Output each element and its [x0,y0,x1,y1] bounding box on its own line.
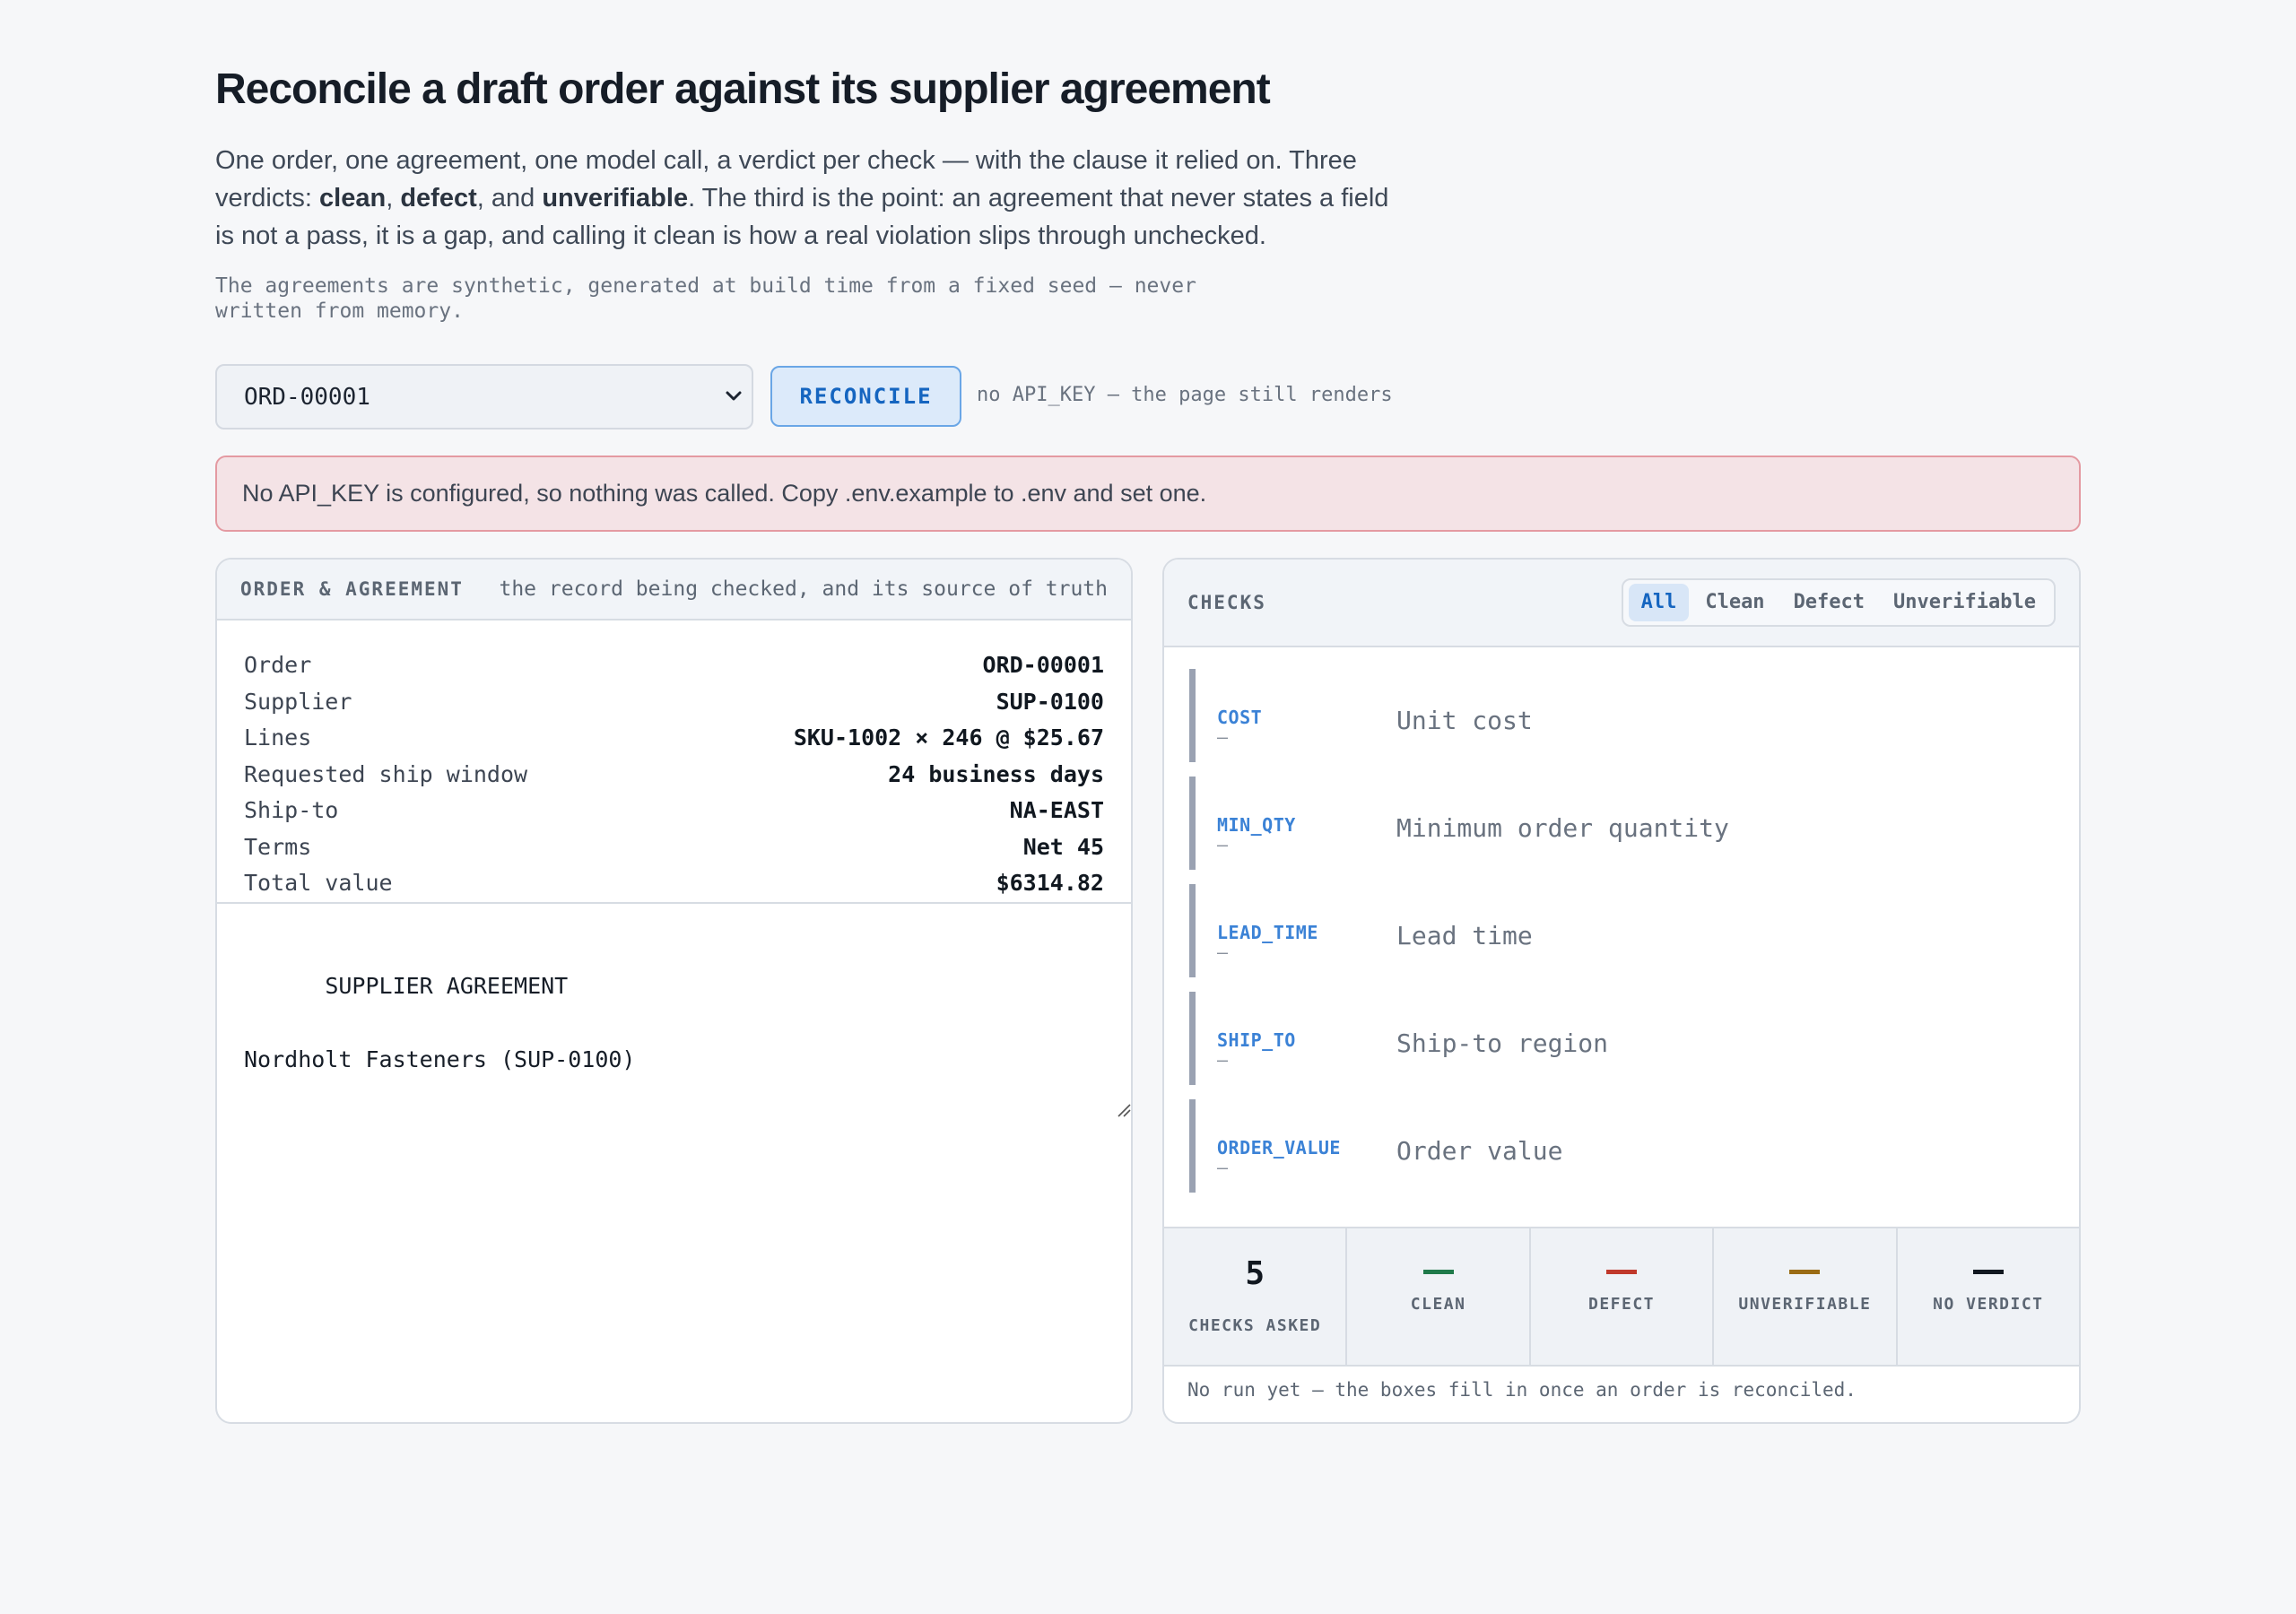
check-code: ORDER_VALUE [1217,1137,1341,1158]
field-key: Lines [244,725,312,751]
check-item: COST — Unit cost [1189,669,2054,762]
stat-unverifiable: UNVERIFIABLE [1714,1228,1898,1365]
check-verdict: — [1217,834,1229,855]
panel-subtitle: the record being checked, and its source… [499,577,1108,601]
order-select-value: ORD-00001 [244,383,370,411]
check-item: LEAD_TIME — Lead time [1189,884,2054,977]
check-id: SHIP_TO — [1217,992,1396,1085]
page-title: Reconcile a draft order against its supp… [215,65,1271,113]
stat-empty-dash [1422,1270,1454,1274]
summary-footer: No run yet — the boxes fill in once an o… [1187,1379,1857,1401]
check-item: SHIP_TO — Ship-to region [1189,992,2054,1085]
field-key: Requested ship window [244,760,528,787]
tab-all[interactable]: All [1628,584,1690,621]
check-code: MIN_QTY [1217,814,1296,836]
stat-label: UNVERIFIABLE [1738,1295,1872,1314]
order-select[interactable]: ORD-00001 [215,364,753,430]
check-code: SHIP_TO [1217,1029,1296,1051]
check-label: Unit cost [1396,706,1533,735]
field-row: Ship-to NA-EAST [244,793,1104,829]
check-verdict: — [1217,726,1229,748]
alert-text: No API_KEY is configured, so nothing was… [242,480,1207,507]
check-code: COST [1217,707,1263,728]
stat-value: 5 [1245,1255,1265,1292]
check-label: Ship-to region [1396,1028,1609,1058]
field-row: Supplier SUP-0100 [244,684,1104,721]
stat-label: CLEAN [1410,1295,1466,1314]
agreement-text: SUPPLIER AGREEMENT Nordholt Fasteners (S… [244,973,636,1072]
field-value: 24 business days [888,760,1104,787]
error-alert: No API_KEY is configured, so nothing was… [215,456,2081,532]
check-verdict: — [1217,1157,1229,1178]
intro-verdict-unverifiable: unverifiable [542,184,689,213]
field-value: SUP-0100 [996,688,1104,715]
intro-sep: , and [476,184,543,213]
field-row: Order ORD-00001 [244,647,1104,684]
field-row: Terms Net 45 [244,829,1104,866]
field-value: $6314.82 [996,870,1104,896]
chevron-down-icon [726,391,742,401]
tab-clean[interactable]: Clean [1692,584,1777,621]
field-row: Total value $6314.82 [244,865,1104,902]
panel-title: CHECKS [1187,592,1266,613]
field-value: ORD-00001 [982,652,1104,678]
stat-empty-dash [1972,1270,2004,1274]
panel-header: ORDER & AGREEMENT the record being check… [217,560,1131,620]
stat-label: NO VERDICT [1933,1295,2044,1314]
check-id: MIN_QTY — [1217,777,1396,870]
stat-no-verdict: NO VERDICT [1898,1228,2079,1365]
field-value: SKU-1002 × 246 @ $25.67 [793,725,1104,751]
stat-empty-dash [1606,1270,1638,1274]
check-verdict: — [1217,941,1229,963]
stat-empty-dash [1789,1270,1821,1274]
stat-label: DEFECT [1588,1295,1656,1314]
tab-defect[interactable]: Defect [1781,584,1877,621]
check-code: LEAD_TIME [1217,922,1318,943]
intro-sep: , [386,184,401,213]
stat-defect: DEFECT [1531,1228,1715,1365]
check-id: COST — [1217,669,1396,762]
intro-paragraph: One order, one agreement, one model call… [215,142,1408,255]
field-row: Requested ship window 24 business days [244,757,1104,794]
check-label: Order value [1396,1136,1563,1166]
intro-verdict-clean: clean [319,184,387,213]
field-value: Net 45 [1022,833,1104,860]
check-item: MIN_QTY — Minimum order quantity [1189,777,2054,870]
intro-verdict-defect: defect [400,184,477,213]
field-key: Supplier [244,688,352,715]
order-agreement-panel: ORDER & AGREEMENT the record being check… [215,558,1133,1424]
field-key: Order [244,652,312,678]
order-fields: Order ORD-00001 Supplier SUP-0100 Lines SKU… [217,620,1131,904]
field-key: Terms [244,833,312,860]
field-value: NA-EAST [1009,797,1104,823]
checks-panel: CHECKS All Clean Defect Unverifiable COS… [1162,558,2081,1424]
verdict-filter-tabs: All Clean Defect Unverifiable [1621,578,2056,627]
resize-handle-icon[interactable] [1115,1101,1131,1117]
verdict-summary: 5 CHECKS ASKED CLEAN DEFECT UNVERIFIABLE… [1164,1227,2079,1367]
check-label: Minimum order quantity [1396,813,1729,843]
stat-label: CHECKS ASKED [1188,1316,1322,1335]
check-item: ORDER_VALUE — Order value [1189,1099,2054,1193]
api-key-hint: no API_KEY — the page still renders [977,384,1393,406]
field-row: Lines SKU-1002 × 246 @ $25.67 [244,720,1104,757]
field-key: Ship-to [244,797,339,823]
stat-clean: CLEAN [1347,1228,1531,1365]
synthetic-note: The agreements are synthetic, generated … [215,274,1196,323]
stat-checks-asked: 5 CHECKS ASKED [1164,1228,1348,1365]
check-id: ORDER_VALUE — [1217,1099,1396,1193]
agreement-textarea[interactable]: SUPPLIER AGREEMENT Nordholt Fasteners (S… [217,904,1131,1119]
panel-title: ORDER & AGREEMENT [240,578,464,600]
reconcile-button[interactable]: RECONCILE [770,366,961,427]
panel-header: CHECKS All Clean Defect Unverifiable [1164,560,2079,647]
field-key: Total value [244,870,393,896]
check-id: LEAD_TIME — [1217,884,1396,977]
check-label: Lead time [1396,921,1533,950]
check-verdict: — [1217,1049,1229,1071]
tab-unverifiable[interactable]: Unverifiable [1881,584,2048,621]
checks-list: COST — Unit cost MIN_QTY — Minimum order… [1164,647,2079,1227]
